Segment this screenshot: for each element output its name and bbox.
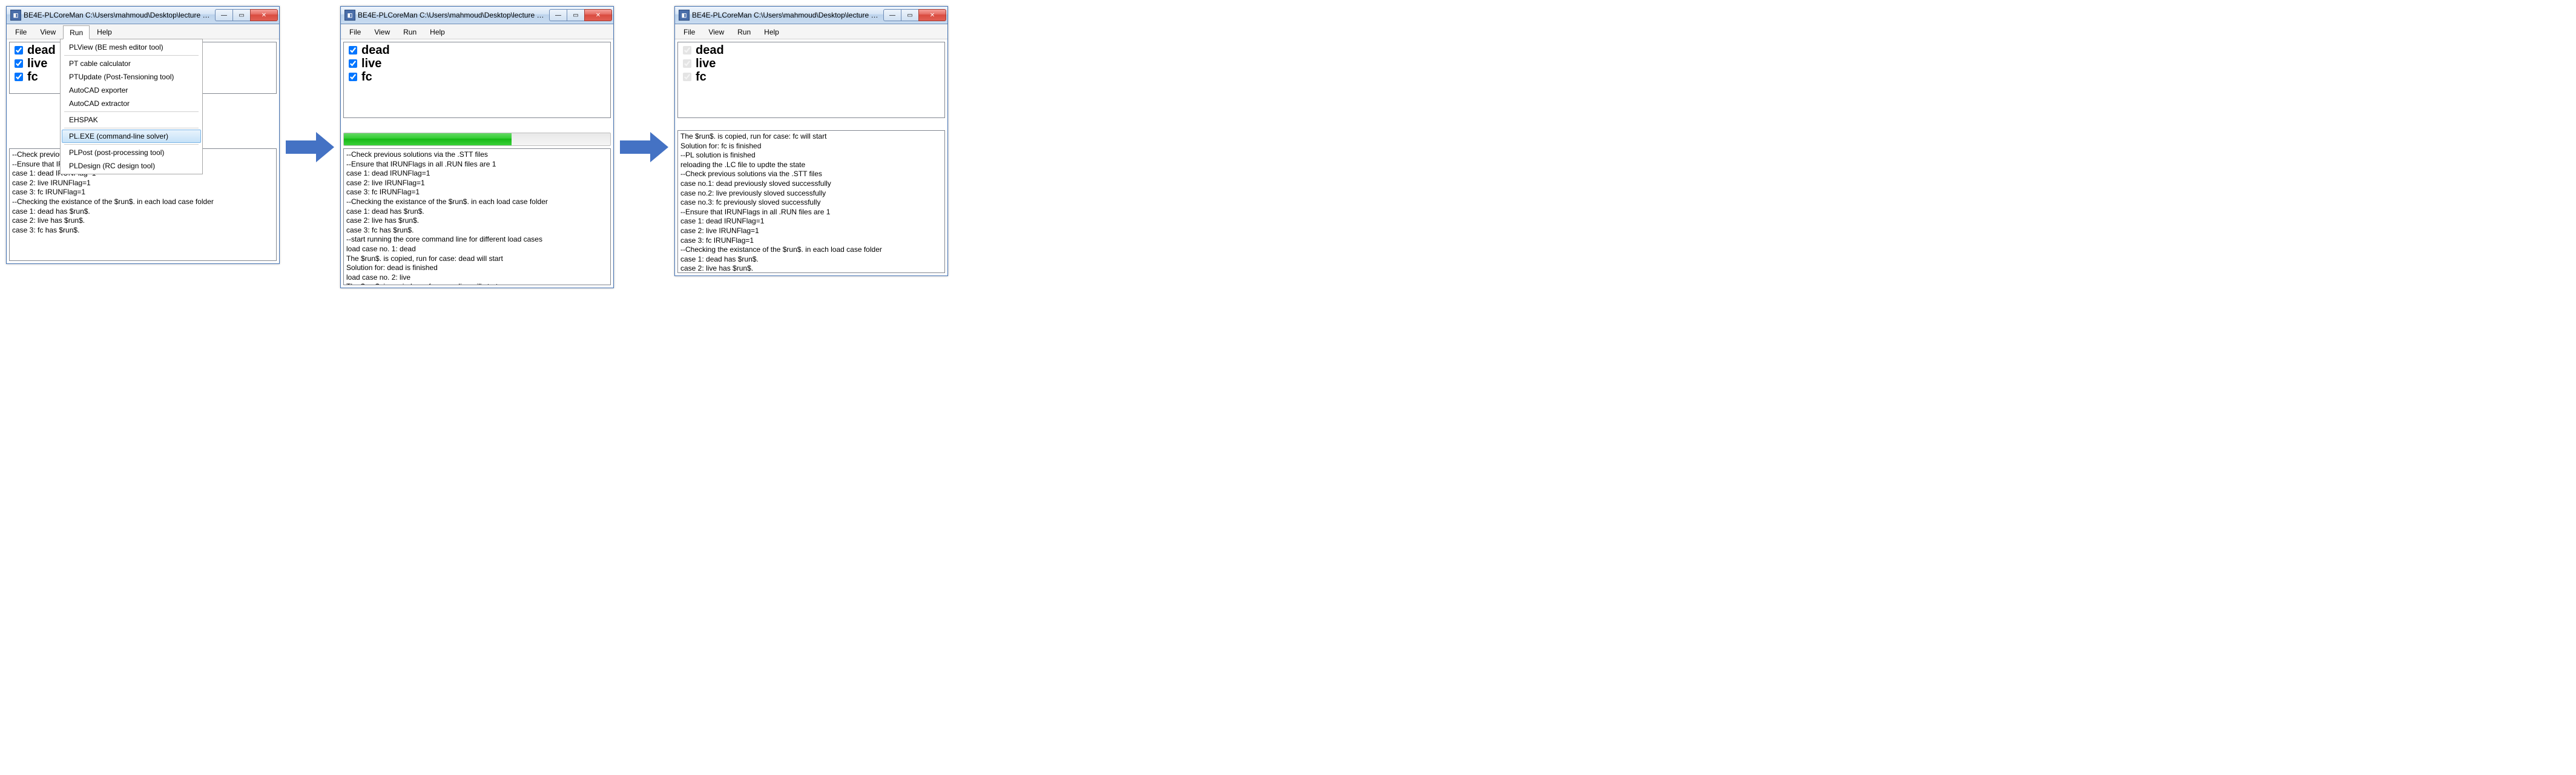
menu-acad-extract[interactable]: AutoCAD extractor: [62, 97, 201, 110]
menu-run[interactable]: Run: [731, 25, 757, 39]
menu-file[interactable]: File: [343, 25, 367, 39]
run-dropdown: PLView (BE mesh editor tool) PT cable ca…: [60, 39, 203, 174]
menu-run[interactable]: Run: [397, 25, 423, 39]
case-label: live: [361, 57, 381, 70]
menu-separator: [64, 55, 199, 56]
app-icon: ◧: [344, 10, 355, 21]
menu-acad-export[interactable]: AutoCAD exporter: [62, 84, 201, 97]
maximize-button[interactable]: ▭: [901, 9, 919, 21]
menubar: File View Run Help PLView (BE mesh edito…: [7, 24, 279, 39]
menu-file[interactable]: File: [9, 25, 33, 39]
case-label: fc: [696, 70, 707, 84]
minimize-button[interactable]: —: [549, 9, 567, 21]
progress-fill: [344, 133, 512, 145]
case-label: fc: [361, 70, 372, 84]
maximize-button[interactable]: ▭: [567, 9, 585, 21]
app-window-1: ◧ BE4E-PLCoreMan C:\Users\mahmoud\Deskto…: [6, 6, 280, 264]
case-checkbox-fc[interactable]: [15, 73, 23, 81]
window-title: BE4E-PLCoreMan C:\Users\mahmoud\Desktop\…: [692, 11, 881, 19]
menu-run[interactable]: Run: [63, 25, 90, 39]
case-label: live: [27, 57, 47, 70]
case-checkbox-dead[interactable]: [349, 46, 357, 54]
case-row-fc[interactable]: fc: [345, 70, 609, 84]
menu-view[interactable]: View: [702, 25, 730, 39]
case-checkbox-live[interactable]: [349, 59, 357, 68]
menu-help[interactable]: Help: [91, 25, 118, 39]
window-title: BE4E-PLCoreMan C:\Users\mahmoud\Desktop\…: [358, 11, 547, 19]
menu-plexe[interactable]: PL.EXE (command-line solver): [62, 130, 201, 143]
case-label: dead: [361, 44, 390, 57]
case-checkbox-live[interactable]: [683, 59, 691, 68]
menu-ehspak[interactable]: EHSPAK: [62, 113, 201, 127]
menu-separator: [64, 144, 199, 145]
menu-file[interactable]: File: [677, 25, 701, 39]
case-row-live[interactable]: live: [679, 57, 943, 70]
case-row-fc[interactable]: fc: [679, 70, 943, 84]
titlebar[interactable]: ◧ BE4E-PLCoreMan C:\Users\mahmoud\Deskto…: [675, 7, 947, 24]
app-icon: ◧: [679, 10, 690, 21]
load-case-list: dead live fc: [343, 42, 611, 118]
maximize-button[interactable]: ▭: [232, 9, 251, 21]
log-output[interactable]: The $run$. is copied, run for case: fc w…: [677, 130, 945, 273]
app-window-3: ◧ BE4E-PLCoreMan C:\Users\mahmoud\Deskto…: [674, 6, 948, 276]
window-title: BE4E-PLCoreMan C:\Users\mahmoud\Desktop\…: [24, 11, 213, 19]
arrow-icon: [286, 132, 334, 162]
minimize-button[interactable]: —: [883, 9, 901, 21]
case-row-live[interactable]: live: [345, 57, 609, 70]
menu-view[interactable]: View: [34, 25, 62, 39]
case-checkbox-fc[interactable]: [349, 73, 357, 81]
log-output[interactable]: --Check previous solutions via the .STT …: [343, 148, 611, 285]
case-label: dead: [27, 44, 56, 57]
menu-plview[interactable]: PLView (BE mesh editor tool): [62, 41, 201, 54]
menubar: File View Run Help: [675, 24, 947, 39]
menu-help[interactable]: Help: [424, 25, 451, 39]
case-label: live: [696, 57, 716, 70]
case-checkbox-dead[interactable]: [15, 46, 23, 54]
case-row-dead[interactable]: dead: [679, 44, 943, 57]
load-case-list: dead live fc: [677, 42, 945, 118]
minimize-button[interactable]: —: [215, 9, 233, 21]
menu-plpost[interactable]: PLPost (post-processing tool): [62, 146, 201, 159]
case-checkbox-dead[interactable]: [683, 46, 691, 54]
menu-ptcable[interactable]: PT cable calculator: [62, 57, 201, 70]
menu-ptupdate[interactable]: PTUpdate (Post-Tensioning tool): [62, 70, 201, 84]
titlebar[interactable]: ◧ BE4E-PLCoreMan C:\Users\mahmoud\Deskto…: [341, 7, 613, 24]
menubar: File View Run Help: [341, 24, 613, 39]
arrow-icon: [620, 132, 668, 162]
case-checkbox-fc[interactable]: [683, 73, 691, 81]
progress-bar: [343, 133, 611, 146]
close-button[interactable]: ✕: [250, 9, 278, 21]
case-checkbox-live[interactable]: [15, 59, 23, 68]
menu-help[interactable]: Help: [758, 25, 785, 39]
case-label: fc: [27, 70, 38, 84]
case-row-dead[interactable]: dead: [345, 44, 609, 57]
close-button[interactable]: ✕: [918, 9, 946, 21]
titlebar[interactable]: ◧ BE4E-PLCoreMan C:\Users\mahmoud\Deskto…: [7, 7, 279, 24]
app-window-2: ◧ BE4E-PLCoreMan C:\Users\mahmoud\Deskto…: [340, 6, 614, 288]
menu-pldesign[interactable]: PLDesign (RC design tool): [62, 159, 201, 173]
menu-view[interactable]: View: [368, 25, 396, 39]
close-button[interactable]: ✕: [584, 9, 612, 21]
case-label: dead: [696, 44, 724, 57]
menu-separator: [64, 111, 199, 112]
app-icon: ◧: [10, 10, 21, 21]
